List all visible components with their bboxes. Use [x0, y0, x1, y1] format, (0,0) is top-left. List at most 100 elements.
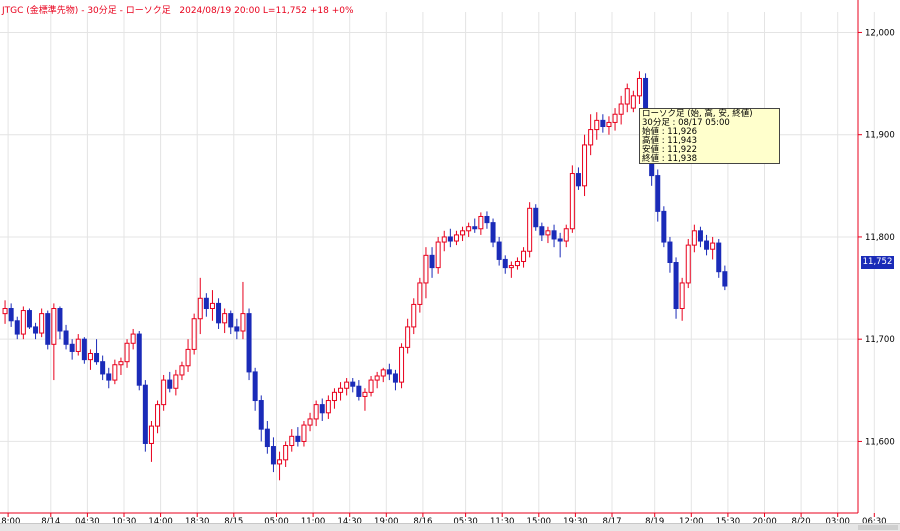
candle: [484, 211, 490, 229]
candle: [277, 451, 283, 481]
candle-body: [606, 121, 612, 128]
candle: [527, 202, 533, 258]
candle: [411, 298, 417, 335]
candle-body: [313, 404, 319, 420]
candle: [667, 236, 673, 273]
candle-body: [216, 302, 222, 324]
candle-body: [319, 404, 325, 414]
candle: [252, 367, 258, 411]
candle: [155, 400, 161, 434]
candle-body: [392, 373, 398, 383]
candle-body: [447, 236, 453, 242]
candle: [460, 226, 466, 242]
candle-body: [136, 333, 142, 386]
candle: [228, 310, 234, 335]
candle: [63, 324, 69, 350]
candle-body: [94, 352, 100, 363]
candle: [100, 355, 106, 381]
candle: [246, 308, 252, 381]
candle-body: [209, 302, 215, 310]
y-tick-label: 11,600: [865, 437, 895, 447]
candlestick-chart[interactable]: 12,000 11,900 11,800 11,700 11,600 18:008/14…: [0, 0, 900, 523]
candle-body: [655, 175, 661, 212]
candle-body: [155, 404, 161, 427]
candle: [618, 95, 624, 125]
candle: [258, 395, 264, 442]
candle-body: [185, 348, 191, 367]
candle: [45, 310, 51, 350]
candle-body: [466, 226, 472, 232]
candle-body: [45, 313, 51, 345]
candle-body: [69, 343, 75, 352]
candle: [612, 108, 618, 131]
candle-body: [514, 260, 520, 267]
candle-body: [2, 308, 8, 315]
candle-body: [667, 241, 673, 264]
candle: [191, 313, 197, 355]
candle-body: [472, 226, 478, 230]
candle-body: [100, 361, 106, 375]
candle-body: [374, 375, 380, 381]
candle: [502, 255, 508, 274]
scrollbar-thumb[interactable]: [858, 525, 898, 530]
candle: [545, 226, 551, 244]
candle: [295, 427, 301, 447]
candle-body: [527, 207, 533, 252]
candle: [167, 371, 173, 393]
candle: [33, 322, 39, 340]
candle: [466, 222, 472, 237]
candle: [551, 224, 557, 248]
candle-body: [26, 310, 32, 328]
candle: [563, 224, 569, 248]
candle: [514, 257, 520, 270]
candle-body: [539, 226, 545, 236]
y-tick-label: 12,000: [865, 28, 895, 38]
candle: [106, 367, 112, 389]
candle: [380, 367, 386, 383]
candle-body: [234, 326, 240, 332]
candle: [283, 441, 289, 467]
candle-body: [496, 241, 502, 260]
candle-body: [386, 369, 392, 375]
candles[interactable]: [2, 71, 728, 481]
candle-body: [362, 391, 368, 397]
candle: [417, 277, 423, 313]
candle-body: [222, 313, 228, 324]
candle-body: [624, 88, 630, 105]
candle: [87, 349, 93, 370]
candle: [362, 388, 368, 411]
tooltip-close: 終値 : 11,938: [642, 154, 698, 164]
candle: [142, 380, 148, 452]
candle: [588, 114, 594, 156]
candle-body: [8, 308, 14, 322]
candle-body: [142, 384, 148, 444]
candle-body: [173, 374, 179, 389]
candle-body: [722, 271, 728, 287]
candle: [478, 212, 484, 235]
candle: [301, 420, 307, 447]
candle: [697, 226, 703, 248]
candle-body: [240, 313, 246, 332]
candle: [350, 378, 356, 393]
candle-body: [582, 144, 588, 187]
candle-body: [124, 342, 130, 363]
candle-body: [161, 379, 167, 406]
candle-body: [557, 238, 563, 242]
candle: [81, 337, 87, 364]
candle-body: [478, 215, 484, 230]
candle-body: [600, 119, 606, 128]
candle: [325, 395, 331, 419]
candle: [173, 369, 179, 396]
candle: [374, 371, 380, 389]
candle-body: [197, 297, 203, 320]
candle: [124, 339, 130, 368]
candle-body: [331, 391, 337, 402]
candle-body: [685, 244, 691, 284]
candle-body: [484, 215, 490, 224]
candle: [26, 308, 32, 329]
candle: [496, 236, 502, 266]
candle: [8, 303, 14, 327]
candle-body: [338, 387, 344, 393]
candle: [289, 429, 295, 452]
candle: [630, 90, 636, 113]
